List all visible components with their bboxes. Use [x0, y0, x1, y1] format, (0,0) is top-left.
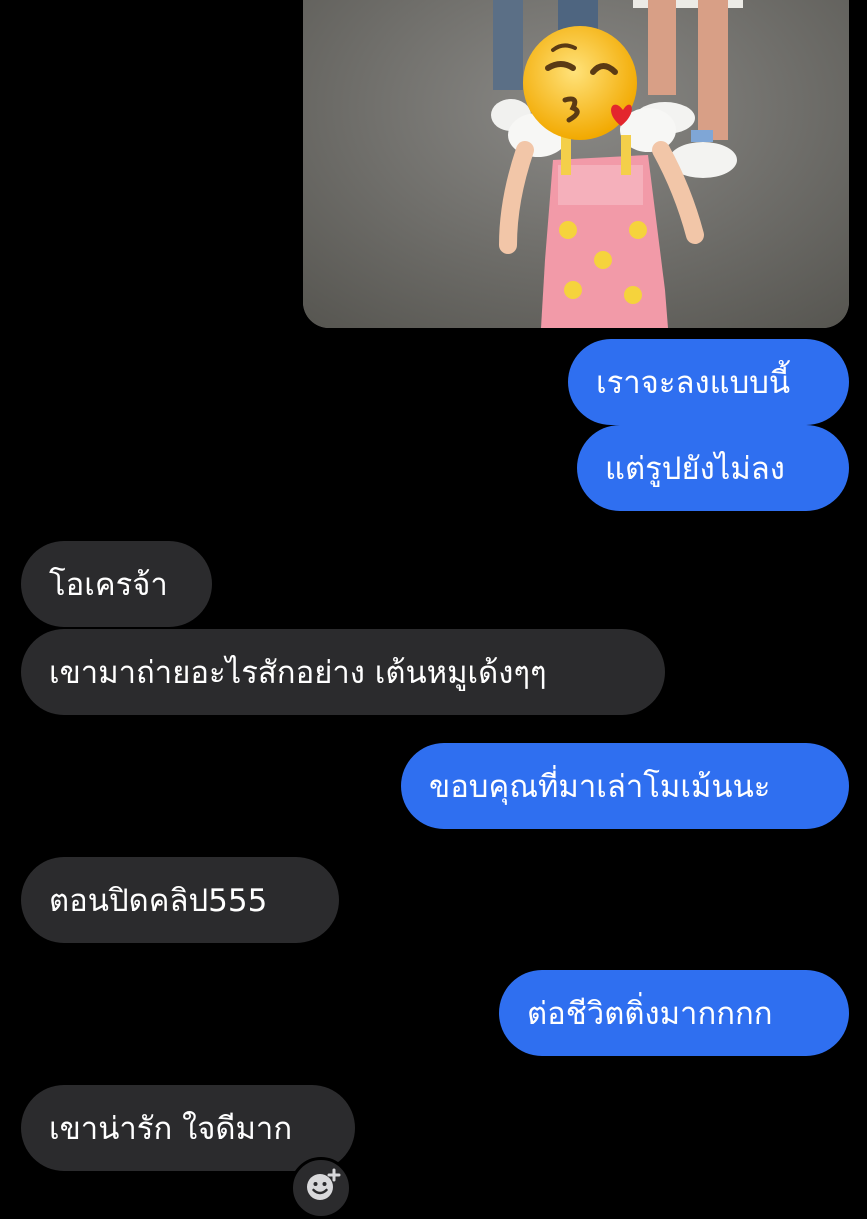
outgoing-message[interactable]: ต่อชีวิตติ่งมากกกก: [499, 970, 849, 1056]
outgoing-message[interactable]: ขอบคุณที่มาเล่าโมเม้นนะ: [401, 743, 849, 829]
incoming-message[interactable]: เขาน่ารัก ใจดีมาก: [21, 1085, 355, 1171]
message-text: ตอนปิดคลิป555: [49, 883, 268, 919]
message-text: โอเครจ้า: [49, 567, 168, 603]
outgoing-message[interactable]: เราจะลงแบบนี้: [568, 339, 849, 425]
incoming-message[interactable]: ตอนปิดคลิป555: [21, 857, 339, 943]
outgoing-message[interactable]: แต่รูปยังไม่ลง: [577, 425, 849, 511]
message-text: แต่รูปยังไม่ลง: [605, 451, 785, 487]
message-text: เขาน่ารัก ใจดีมาก: [49, 1111, 293, 1147]
message-text: ต่อชีวิตติ่งมากกกก: [527, 996, 773, 1032]
message-text: ขอบคุณที่มาเล่าโมเม้นนะ: [429, 769, 771, 805]
kissing-face-emoji: [523, 26, 637, 140]
message-text: เขามาถ่ายอะไรสักอย่าง เต้นหมูเด้งๆๆ: [49, 655, 547, 691]
message-text: เราจะลงแบบนี้: [596, 365, 791, 401]
add-reaction-smiley-icon: [307, 1168, 341, 1200]
incoming-message[interactable]: เขามาถ่ายอะไรสักอย่าง เต้นหมูเด้งๆๆ: [21, 629, 665, 715]
incoming-message[interactable]: โอเครจ้า: [21, 541, 212, 627]
add-reaction-button[interactable]: [290, 1157, 352, 1219]
shared-photo[interactable]: [303, 0, 849, 328]
